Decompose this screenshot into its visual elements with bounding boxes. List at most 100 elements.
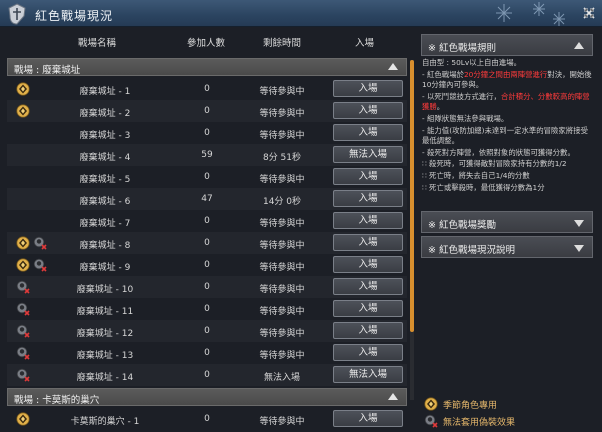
battlefield-row: 廢棄城址 - 5 0 等待參與中 入場 xyxy=(7,166,407,188)
remaining-time: 等待參與中 xyxy=(259,87,305,97)
battlefield-row: 廢棄城址 - 9 0 等待參與中 入場 xyxy=(7,254,407,276)
row-icons xyxy=(16,302,30,316)
column-header-enter: 入場 xyxy=(355,38,375,49)
player-count: 47 xyxy=(201,194,213,204)
status-section-header[interactable]: ※ 紅色戰場現況說明 xyxy=(421,236,593,258)
battlefield-row: 廢棄城址 - 8 0 等待參與中 入場 xyxy=(7,232,407,254)
enter-button[interactable]: 入場 xyxy=(333,168,403,185)
remaining-time: 等待參與中 xyxy=(259,307,305,317)
rules-section-header[interactable]: ※ 紅色戰場規則 xyxy=(421,34,593,56)
collapse-arrow-icon xyxy=(574,42,584,49)
player-count: 0 xyxy=(204,238,210,248)
battlefield-name: 廢棄城址 - 13 xyxy=(76,351,134,361)
close-button[interactable] xyxy=(580,4,598,22)
remaining-time: 等待參與中 xyxy=(259,285,305,295)
rule-line: - 殺死對方陣營，依照對象的狀態可獲得分數。 xyxy=(422,147,575,157)
enter-button[interactable]: 入場 xyxy=(333,410,403,427)
battlefield-name: 廢棄城址 - 6 xyxy=(79,197,131,207)
expand-arrow-icon xyxy=(574,220,584,227)
battlefield-row: 廢棄城址 - 13 0 等待參與中 入場 xyxy=(7,342,407,364)
snowflake-decoration-icon xyxy=(496,2,565,26)
remaining-time: 等待參與中 xyxy=(259,263,305,273)
rule-line: 自由型 : 50Lv以上自由進場。 xyxy=(422,58,521,67)
enter-button[interactable]: 無法入場 xyxy=(333,146,403,163)
section-label: 戰場 : 卡莫斯的巢穴 xyxy=(14,395,100,406)
remaining-time: 14分 0秒 xyxy=(262,197,302,207)
enter-button[interactable]: 入場 xyxy=(333,322,403,339)
player-count: 0 xyxy=(204,348,210,358)
collapse-arrow-icon xyxy=(388,393,398,400)
player-count: 0 xyxy=(204,260,210,270)
rule-line: ∷ 死亡或擊殺時，最低獲得分數為1分 xyxy=(422,182,545,192)
rule-line: - 能力值(攻防加總)未達到一定水準的冒險家將接受最低調整。 xyxy=(422,125,588,146)
column-header-row: 戰場名稱 參加人數 剩餘時間 入場 xyxy=(6,28,412,52)
remaining-time: 等待參與中 xyxy=(259,241,305,251)
legend-nocostume: 無法套用偽裝效果 xyxy=(424,414,515,428)
player-count: 0 xyxy=(204,84,210,94)
rule-line: - 以死鬥競技方式進行，合計積分、分數較高的陣營獲勝。 xyxy=(422,91,590,112)
column-header-name: 戰場名稱 xyxy=(78,38,117,49)
enter-button[interactable]: 入場 xyxy=(333,102,403,119)
remaining-time: 等待參與中 xyxy=(259,109,305,119)
enter-button[interactable]: 入場 xyxy=(333,124,403,141)
season-character-icon xyxy=(16,82,30,96)
expand-arrow-icon xyxy=(574,245,584,252)
enter-button[interactable]: 入場 xyxy=(333,190,403,207)
battlefield-list-panel: 戰場名稱 參加人數 剩餘時間 入場 戰場 : 廢棄城址 廢棄城址 - 1 0 等待參與… xyxy=(6,28,414,432)
battlefield-row: 廢棄城址 - 6 47 14分 0秒 入場 xyxy=(7,188,407,210)
battlefield-name: 廢棄城址 - 14 xyxy=(76,373,134,383)
season-character-icon xyxy=(16,258,30,272)
battlefield-row: 廢棄城址 - 2 0 等待參與中 入場 xyxy=(7,100,407,122)
legend-label: 季節角色專用 xyxy=(443,400,498,411)
remaining-time: 等待參與中 xyxy=(259,131,305,141)
battlefield-name: 廢棄城址 - 5 xyxy=(79,175,131,185)
battlefield-row: 卡莫斯的巢穴 - 1 0 等待參與中 入場 xyxy=(7,408,407,430)
no-costume-icon xyxy=(33,236,47,250)
player-count: 0 xyxy=(204,216,210,226)
rule-line: - 組隊狀態無法參與戰場。 xyxy=(422,113,509,123)
battlefield-name: 廢棄城址 - 7 xyxy=(79,219,131,229)
enter-button[interactable]: 入場 xyxy=(333,278,403,295)
rule-line: ∷ 殺死時，可獲得敵對冒險家持有分數的1/2 xyxy=(422,159,567,169)
row-icons xyxy=(16,236,47,250)
player-count: 0 xyxy=(204,370,210,380)
collapse-arrow-icon xyxy=(388,63,398,70)
battlefield-row: 廢棄城址 - 3 0 等待參與中 入場 xyxy=(7,122,407,144)
window-title: 紅色戰場現況 xyxy=(35,9,114,23)
enter-button[interactable]: 入場 xyxy=(333,212,403,229)
no-costume-icon xyxy=(424,414,438,428)
battlefield-row: 廢棄城址 - 1 0 等待參與中 入場 xyxy=(7,78,407,100)
no-costume-icon xyxy=(33,258,47,272)
rules-text: 自由型 : 50Lv以上自由進場。 - 紅色戰場於20分鐘之間由兩陣營進行對決，… xyxy=(422,58,594,194)
title-bar: 紅色戰場現況 xyxy=(0,0,602,27)
battlefield-row: 廢棄城址 - 14 0 無法入場 無法入場 xyxy=(7,364,407,386)
enter-button[interactable]: 無法入場 xyxy=(333,366,403,383)
reward-section-header[interactable]: ※ 紅色戰場獎勵 xyxy=(421,211,593,233)
enter-button[interactable]: 入場 xyxy=(333,344,403,361)
section-label: 戰場 : 廢棄城址 xyxy=(14,65,81,76)
enter-button[interactable]: 入場 xyxy=(333,256,403,273)
remaining-time: 無法入場 xyxy=(263,373,300,383)
row-icons xyxy=(16,104,30,118)
player-count: 0 xyxy=(204,282,210,292)
player-count: 0 xyxy=(204,106,210,116)
row-icons xyxy=(16,280,30,294)
enter-button[interactable]: 入場 xyxy=(333,234,403,251)
enter-button[interactable]: 入場 xyxy=(333,80,403,97)
row-icons xyxy=(16,258,47,272)
enter-button[interactable]: 入場 xyxy=(333,300,403,317)
season-character-icon xyxy=(424,397,438,411)
battlefield-row: 廢棄城址 - 11 0 等待參與中 入場 xyxy=(7,298,407,320)
battlefield-name: 廢棄城址 - 11 xyxy=(76,307,134,317)
info-panel: ※ 紅色戰場規則 自由型 : 50Lv以上自由進場。 - 紅色戰場於20分鐘之間… xyxy=(418,28,602,432)
column-header-time: 剩餘時間 xyxy=(263,38,302,49)
scrollbar-thumb[interactable] xyxy=(410,60,414,332)
status-section-title: ※ 紅色戰場現況說明 xyxy=(428,245,515,256)
battlefield-name: 廢棄城址 - 9 xyxy=(79,263,131,273)
battlefield-section-header[interactable]: 戰場 : 卡莫斯的巢穴 xyxy=(7,388,407,406)
row-icons xyxy=(16,324,30,338)
battlefield-section-header[interactable]: 戰場 : 廢棄城址 xyxy=(7,58,407,76)
row-icons xyxy=(16,368,30,382)
guild-emblem-icon xyxy=(8,3,26,25)
no-costume-icon xyxy=(16,280,30,294)
